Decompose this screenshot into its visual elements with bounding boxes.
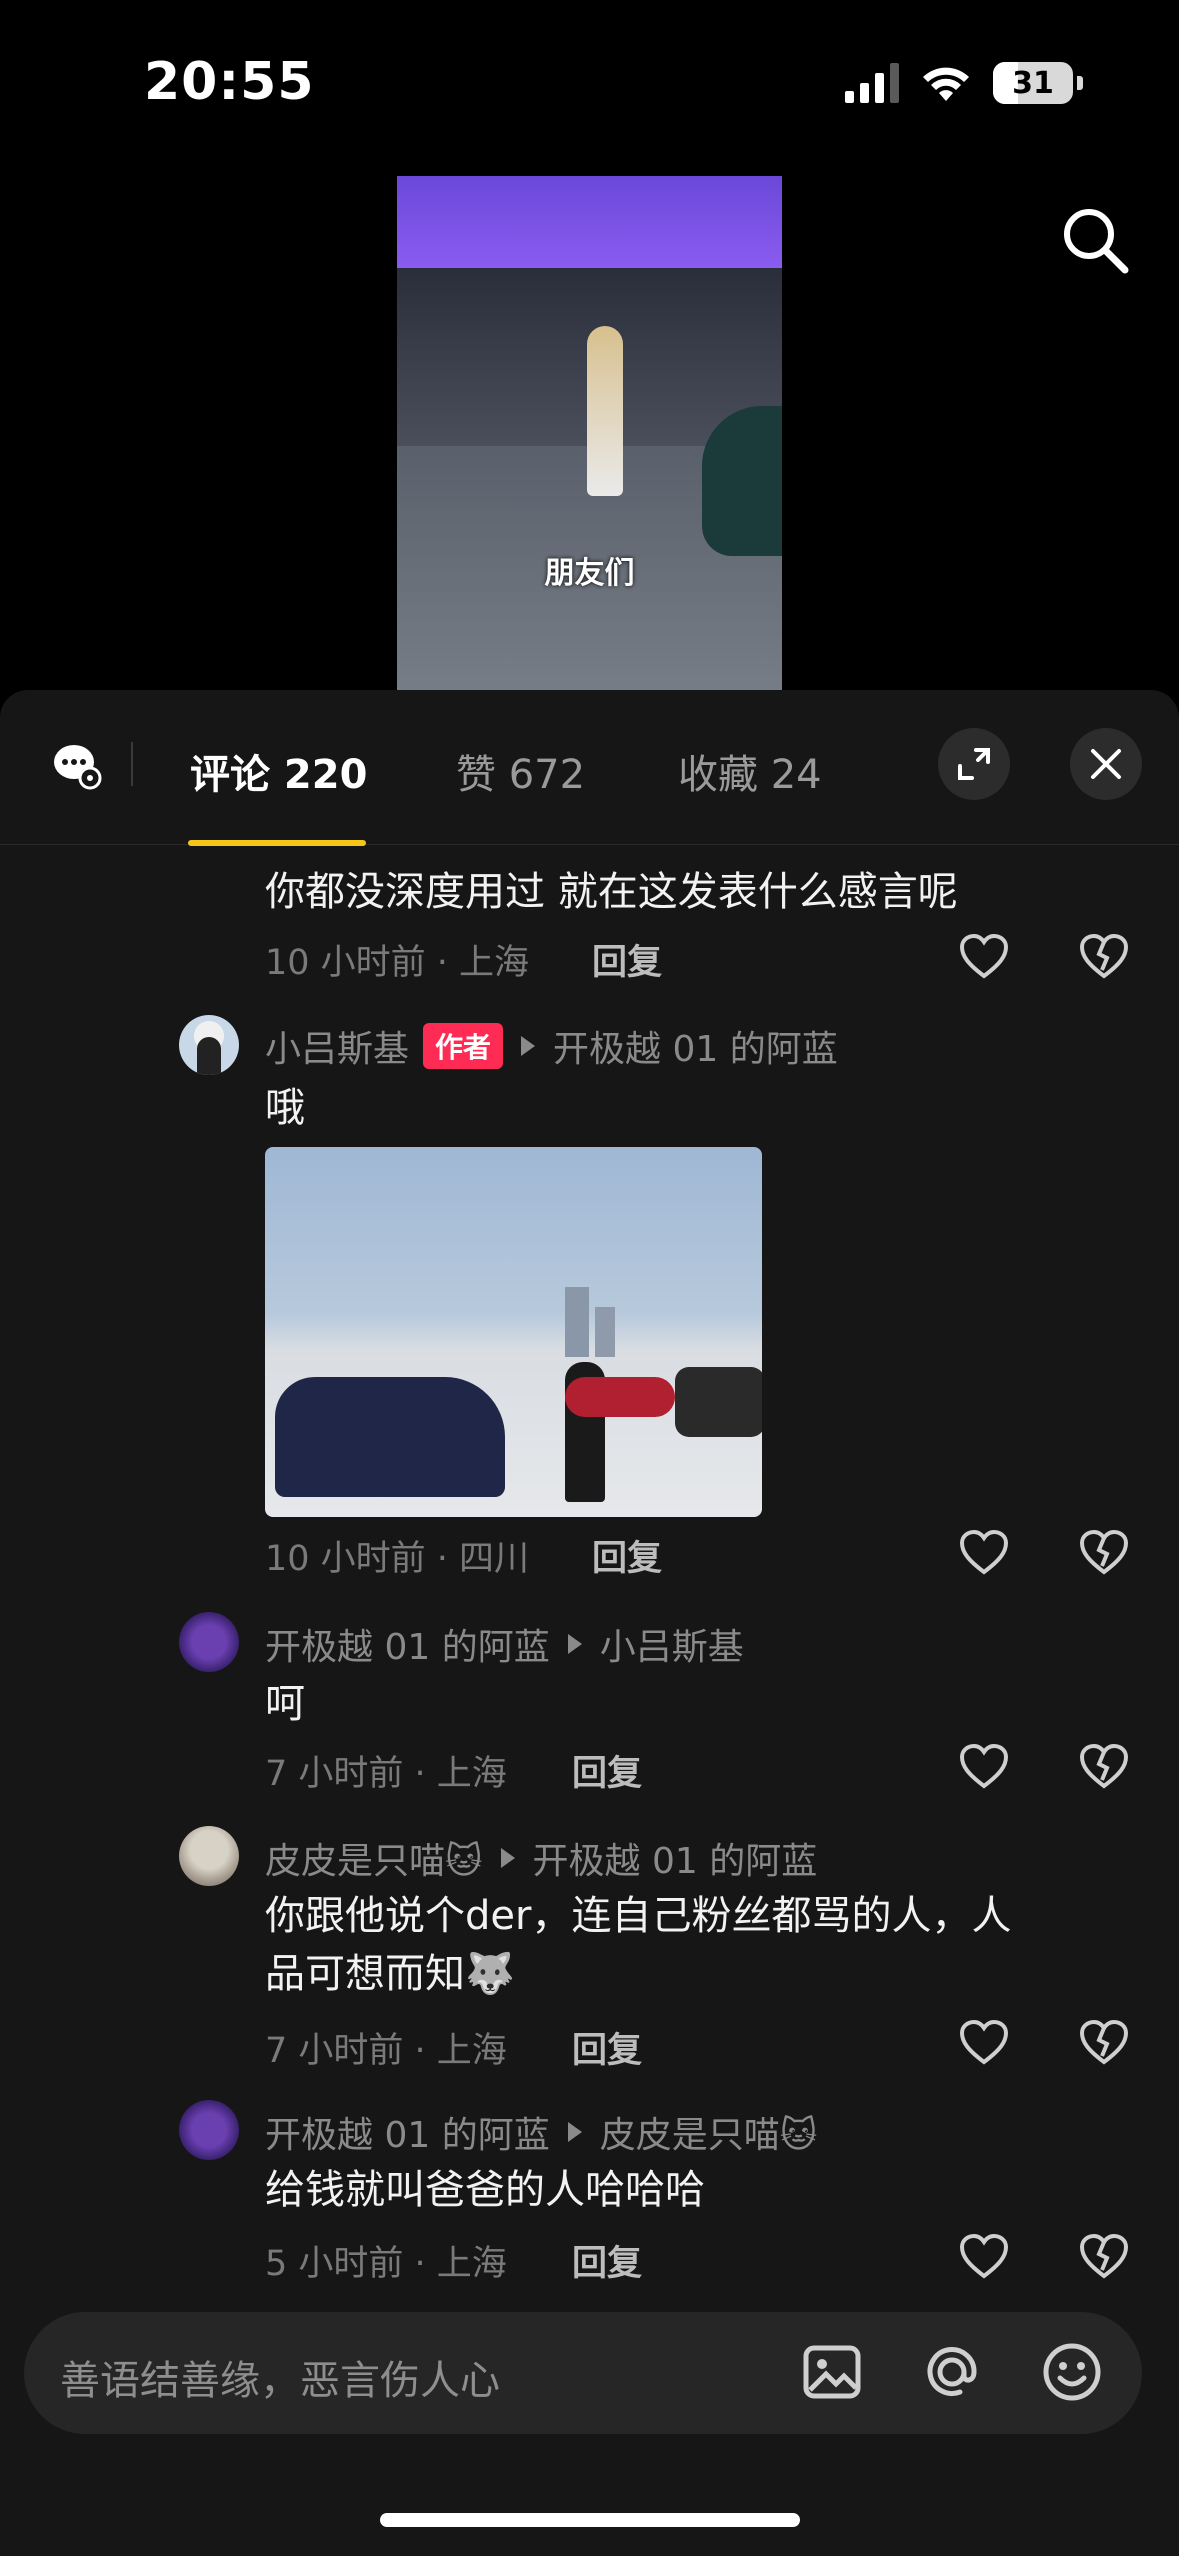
- home-indicator[interactable]: [380, 2513, 800, 2527]
- reply-arrow-icon: [521, 1036, 536, 1056]
- search-icon[interactable]: [1055, 200, 1135, 280]
- comment-author[interactable]: 开极越 01 的阿蓝: [265, 2106, 550, 2158]
- tab-comments[interactable]: 评论 220: [190, 742, 367, 800]
- reply-arrow-icon: [500, 1848, 515, 1868]
- avatar[interactable]: [179, 1612, 239, 1672]
- comment-meta: 7 小时前 · 上海: [265, 2031, 507, 2071]
- reply-button[interactable]: 回复: [572, 1745, 642, 1796]
- reply-to-user[interactable]: 开极越 01 的阿蓝: [553, 1020, 838, 1072]
- reply-to-user[interactable]: 开极越 01 的阿蓝: [533, 1832, 818, 1884]
- comment-author-line: 皮皮是只喵🐱 开极越 01 的阿蓝: [265, 1832, 817, 1884]
- comment-meta: 10 小时前 · 上海: [265, 943, 530, 983]
- cellular-signal-icon: [845, 63, 899, 103]
- comment-text-line: 品可想而知🐺: [265, 1951, 515, 1997]
- comment-settings-icon[interactable]: [52, 740, 102, 790]
- tab-favorites[interactable]: 收藏 24: [678, 742, 822, 800]
- dislike-icon[interactable]: [1078, 1742, 1130, 1790]
- comment-text: 你都没深度用过 就在这发表什么感言呢: [265, 869, 958, 915]
- reply-button[interactable]: 回复: [572, 2022, 642, 2073]
- comment-meta: 7 小时前 · 上海: [265, 1754, 507, 1794]
- expand-button[interactable]: [938, 728, 1010, 800]
- emoji-icon[interactable]: [1040, 2340, 1104, 2404]
- comment-meta: 5 小时前 · 上海: [265, 2244, 507, 2284]
- reply-button[interactable]: 回复: [592, 1530, 662, 1581]
- dislike-icon[interactable]: [1078, 1528, 1130, 1576]
- status-time: 20:55: [144, 52, 315, 112]
- heart-icon[interactable]: [958, 932, 1010, 980]
- comment-text: 给钱就叫爸爸的人哈哈哈: [265, 2167, 705, 2213]
- dislike-icon[interactable]: [1078, 932, 1130, 980]
- comment-input-placeholder: 善语结善缘，恶言伤人心: [60, 2358, 500, 2404]
- close-button[interactable]: [1070, 728, 1142, 800]
- comment-text: 哦: [265, 1085, 305, 1131]
- comment-text-line: 你跟他说个der，连自己粉丝都骂的人，人: [265, 1893, 1012, 1939]
- video-preview[interactable]: 朋友们: [397, 176, 782, 690]
- comment-text: 呵: [265, 1681, 305, 1727]
- status-icons: 31: [845, 62, 1083, 104]
- image-icon[interactable]: [800, 2340, 864, 2404]
- dislike-icon[interactable]: [1078, 2232, 1130, 2280]
- reply-button[interactable]: 回复: [592, 934, 662, 985]
- video-caption: 朋友们: [544, 556, 635, 591]
- avatar[interactable]: [179, 1826, 239, 1886]
- tab-likes[interactable]: 赞 672: [456, 742, 585, 800]
- battery-tip: [1077, 76, 1083, 90]
- battery-icon: 31: [993, 62, 1073, 104]
- battery-level: 31: [1012, 65, 1054, 101]
- reply-button[interactable]: 回复: [572, 2235, 642, 2286]
- wifi-icon: [923, 67, 969, 101]
- comment-tabs: 评论 220 赞 672 收藏 24: [0, 690, 1179, 846]
- comment-image[interactable]: [265, 1147, 762, 1517]
- author-badge: 作者: [423, 1023, 504, 1069]
- comment-author-line: 开极越 01 的阿蓝 小吕斯基: [265, 1618, 744, 1670]
- heart-icon[interactable]: [958, 1742, 1010, 1790]
- expand-icon: [958, 748, 990, 780]
- comment-meta: 10 小时前 · 四川: [265, 1539, 530, 1579]
- reply-to-user[interactable]: 小吕斯基: [600, 1618, 744, 1670]
- comment-author[interactable]: 小吕斯基: [265, 1020, 409, 1072]
- avatar[interactable]: [179, 2100, 239, 2160]
- heart-icon[interactable]: [958, 2018, 1010, 2066]
- heart-icon[interactable]: [958, 1528, 1010, 1576]
- reply-to-user[interactable]: 皮皮是只喵🐱: [600, 2106, 818, 2158]
- dislike-icon[interactable]: [1078, 2018, 1130, 2066]
- comment-author[interactable]: 皮皮是只喵🐱: [265, 1832, 483, 1884]
- mention-icon[interactable]: [920, 2340, 984, 2404]
- avatar[interactable]: [179, 1015, 239, 1075]
- comment-author[interactable]: 开极越 01 的阿蓝: [265, 1618, 550, 1670]
- close-icon: [1091, 749, 1121, 779]
- comment-author-line: 开极越 01 的阿蓝 皮皮是只喵🐱: [265, 2106, 817, 2158]
- comment-author-line: 小吕斯基 作者 开极越 01 的阿蓝: [265, 1020, 838, 1072]
- active-tab-indicator: [188, 840, 366, 846]
- heart-icon[interactable]: [958, 2232, 1010, 2280]
- comment-input[interactable]: 善语结善缘，恶言伤人心: [24, 2312, 1142, 2434]
- reply-arrow-icon: [567, 1634, 582, 1654]
- reply-arrow-icon: [567, 2122, 582, 2142]
- screen: 20:55 31 朋友们 评论 220 赞 672 收藏 24 你都没深度用过 …: [0, 0, 1179, 2556]
